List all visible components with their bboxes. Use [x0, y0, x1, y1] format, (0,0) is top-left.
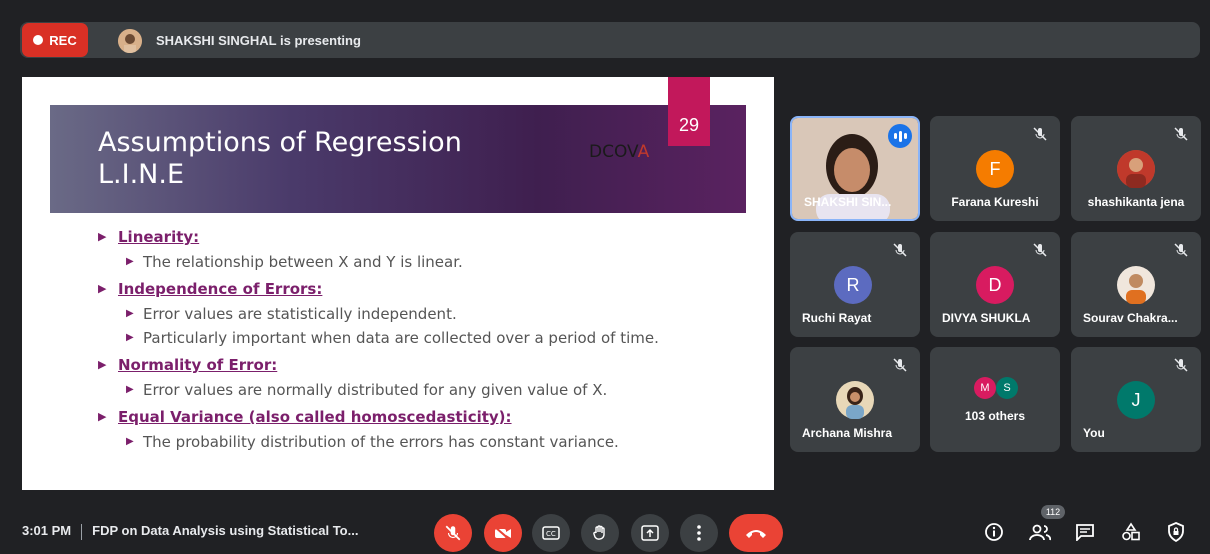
- speaking-indicator-icon: [888, 124, 912, 148]
- mic-off-icon: [1174, 243, 1188, 257]
- meeting-info-button[interactable]: [982, 520, 1006, 544]
- slide-page-number: 29: [668, 77, 710, 146]
- bullet-heading: Linearity:: [98, 226, 738, 248]
- record-dot-icon: [33, 35, 44, 45]
- mic-off-icon: [445, 525, 461, 541]
- present-now-button[interactable]: [631, 514, 669, 552]
- more-vert-icon: [697, 525, 701, 541]
- others-tile[interactable]: M S 103 others: [930, 347, 1060, 452]
- more-options-button[interactable]: [680, 514, 718, 552]
- participant-tile[interactable]: Archana Mishra: [790, 347, 920, 452]
- participant-avatar: M: [974, 377, 996, 399]
- mic-off-icon: [1174, 127, 1188, 141]
- participant-name: Sourav Chakra...: [1083, 311, 1178, 325]
- meeting-details: 3:01 PM FDP on Data Analysis using Statis…: [22, 523, 358, 540]
- participant-avatar: F: [976, 150, 1014, 188]
- microphone-toggle-button[interactable]: [434, 514, 472, 552]
- meeting-title: FDP on Data Analysis using Statistical T…: [92, 523, 359, 538]
- mic-off-icon: [893, 358, 907, 372]
- presenting-status: SHAKSHI SINGHAL is presenting: [156, 33, 361, 48]
- divider: [81, 523, 83, 540]
- slide-bullets: Linearity: The relationship between X an…: [98, 220, 738, 452]
- chat-button[interactable]: [1073, 520, 1097, 544]
- svg-text:CC: CC: [546, 530, 556, 538]
- clock: 3:01 PM: [22, 523, 72, 538]
- participant-name: You: [1083, 426, 1105, 440]
- participant-avatar: [836, 381, 874, 419]
- participant-tile[interactable]: F Farana Kureshi: [930, 116, 1060, 221]
- participant-tile-presenter[interactable]: SHAKSHI SIN...: [790, 116, 920, 221]
- camera-off-icon: [494, 526, 511, 541]
- shared-screen: Assumptions of Regression L.I.N.E DCOVA …: [22, 77, 774, 490]
- host-controls-button[interactable]: [1164, 520, 1188, 544]
- captions-button[interactable]: CC: [532, 514, 570, 552]
- mic-off-icon: [1033, 127, 1047, 141]
- participant-avatar: D: [976, 266, 1014, 304]
- hand-icon: [593, 525, 605, 540]
- participant-avatar: [1117, 150, 1155, 188]
- bullet-point: The probability distribution of the erro…: [98, 432, 738, 452]
- participant-name: DIVYA SHUKLA: [942, 311, 1031, 325]
- leave-call-button[interactable]: [729, 514, 783, 552]
- hang-up-icon: [746, 530, 766, 538]
- bullet-heading: Equal Variance (also called homoscedasti…: [98, 406, 738, 428]
- raise-hand-button[interactable]: [581, 514, 619, 552]
- bullet-point: Error values are statistically independe…: [98, 304, 738, 324]
- recording-indicator: REC: [22, 23, 88, 57]
- bullet-point: Particularly important when data are col…: [98, 328, 738, 348]
- present-icon: [641, 525, 659, 541]
- participant-name: Farana Kureshi: [951, 195, 1039, 209]
- participant-tile[interactable]: R Ruchi Rayat: [790, 232, 920, 337]
- participant-avatar: S: [996, 377, 1018, 399]
- participant-name: Archana Mishra: [802, 426, 893, 440]
- participant-tile[interactable]: shashikanta jena: [1071, 116, 1201, 221]
- mic-off-icon: [1174, 358, 1188, 372]
- bullet-point: The relationship between X and Y is line…: [98, 252, 738, 272]
- camera-toggle-button[interactable]: [484, 514, 522, 552]
- participant-name: shashikanta jena: [1087, 195, 1185, 209]
- chat-icon: [1076, 524, 1094, 541]
- info-icon: [985, 523, 1003, 541]
- participant-name: SHAKSHI SIN...: [804, 195, 892, 209]
- slide-title: Assumptions of Regression L.I.N.E: [98, 127, 462, 190]
- participant-tile[interactable]: D DIVYA SHUKLA: [930, 232, 1060, 337]
- shield-lock-icon: [1168, 522, 1184, 542]
- others-count: 103 others: [964, 409, 1026, 423]
- slide-logo: DCOVA: [589, 142, 650, 162]
- bullet-point: Error values are normally distributed fo…: [98, 380, 738, 400]
- participant-avatar: [1117, 266, 1155, 304]
- people-button[interactable]: [1028, 520, 1052, 544]
- people-icon: [1029, 524, 1051, 541]
- mic-off-icon: [893, 243, 907, 257]
- captions-icon: CC: [542, 526, 560, 540]
- people-count-badge: 112: [1041, 505, 1065, 519]
- participant-name: Ruchi Rayat: [802, 311, 872, 325]
- self-tile[interactable]: J You: [1071, 347, 1201, 452]
- participant-tile[interactable]: Sourav Chakra...: [1071, 232, 1201, 337]
- participant-avatar: R: [834, 266, 872, 304]
- mic-off-icon: [1033, 243, 1047, 257]
- bullet-heading: Independence of Errors:: [98, 278, 738, 300]
- recording-label: REC: [49, 32, 77, 48]
- presenter-avatar: [118, 29, 142, 53]
- participant-avatar: J: [1117, 381, 1155, 419]
- activities-button[interactable]: [1119, 520, 1143, 544]
- activities-icon: [1122, 522, 1140, 541]
- bullet-heading: Normality of Error:: [98, 354, 738, 376]
